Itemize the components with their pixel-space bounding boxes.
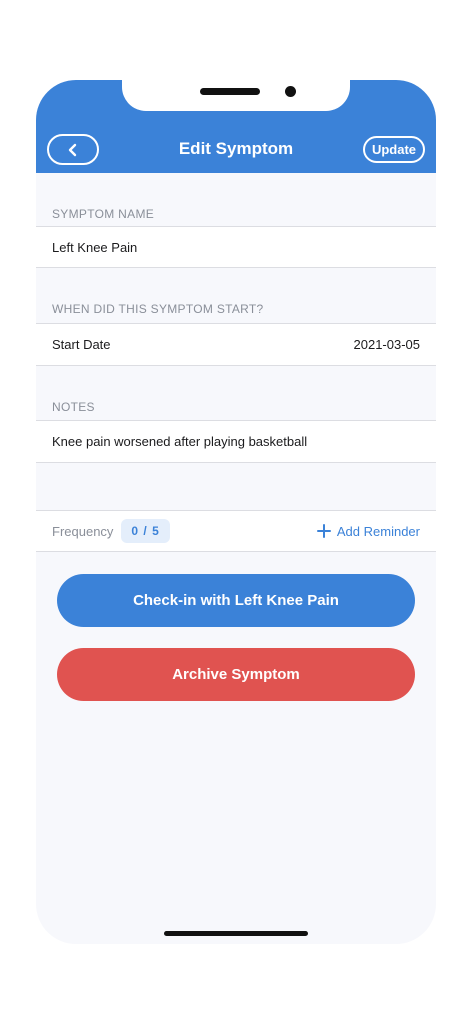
frequency-label: Frequency	[52, 523, 114, 539]
start-section-label: WHEN DID THIS SYMPTOM START?	[52, 302, 264, 316]
home-indicator[interactable]	[164, 931, 308, 936]
start-date-value: 2021-03-05	[353, 337, 421, 352]
add-reminder-label: Add Reminder	[336, 523, 420, 539]
checkin-button[interactable]: Check-in with Left Knee Pain	[57, 574, 415, 627]
frequency-badge: 0 / 5	[121, 519, 170, 543]
notes-section-label: NOTES	[52, 400, 95, 414]
add-reminder-button[interactable]: Add Reminder	[316, 523, 420, 539]
notes-field[interactable]: Knee pain worsened after playing basketb…	[36, 420, 436, 463]
symptom-name-section-label: SYMPTOM NAME	[52, 207, 155, 221]
symptom-name-value: Left Knee Pain	[52, 239, 138, 255]
update-button[interactable]: Update	[363, 136, 425, 163]
front-camera	[285, 86, 296, 97]
archive-symptom-button[interactable]: Archive Symptom	[57, 648, 415, 701]
device-notch	[122, 80, 350, 111]
speaker-grille	[200, 88, 260, 95]
notes-value: Knee pain worsened after playing basketb…	[52, 434, 308, 449]
plus-icon	[316, 524, 331, 538]
start-date-row[interactable]: Start Date 2021-03-05	[36, 323, 436, 366]
nav-header: Edit Symptom Update	[36, 80, 436, 173]
frequency-row: Frequency 0 / 5 Add Reminder	[36, 510, 436, 552]
phone-screen: Edit Symptom Update SYMPTOM NAME Left Kn…	[36, 80, 436, 944]
symptom-name-field[interactable]: Left Knee Pain	[36, 226, 436, 268]
start-date-label: Start Date	[52, 337, 111, 352]
